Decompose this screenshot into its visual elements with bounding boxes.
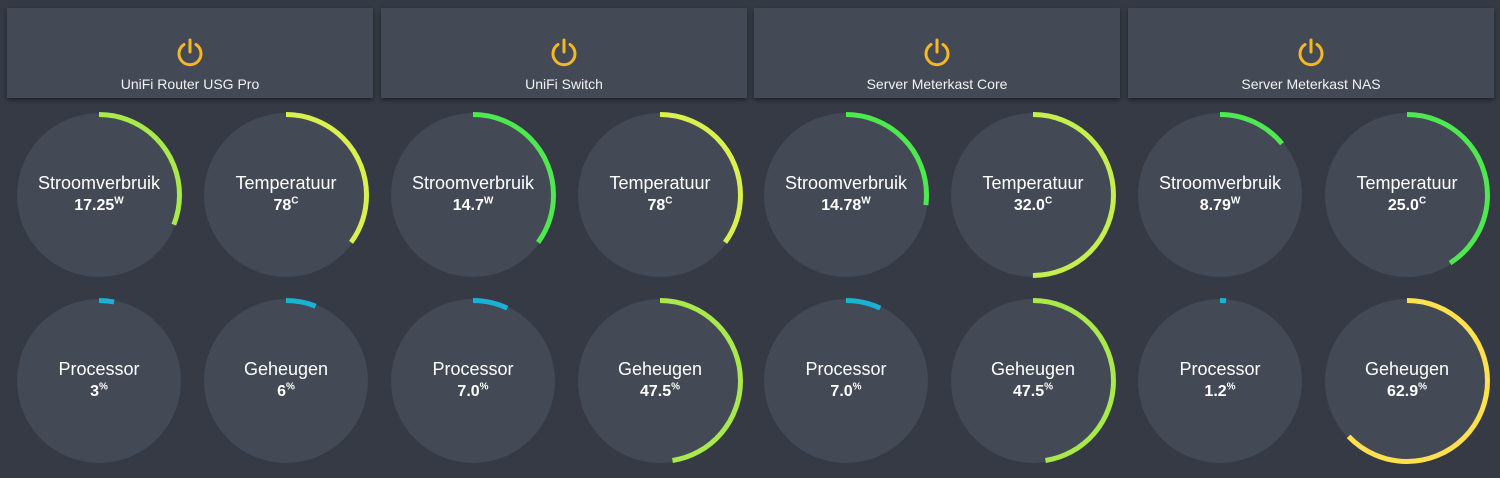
device-name: UniFi Switch xyxy=(525,76,603,92)
gauge-graphic xyxy=(390,112,556,278)
gauge-value: 47.5% xyxy=(639,381,681,400)
gauge-value: 14.78W xyxy=(821,195,871,214)
gauge-memory[interactable]: Geheugen 47.5% xyxy=(948,296,1118,466)
gauge-value: 3% xyxy=(90,381,108,400)
gauge-graphic xyxy=(1137,298,1303,464)
gauge-unit: % xyxy=(1418,381,1428,393)
gauge-temperature[interactable]: Temperatuur 78C xyxy=(201,110,371,280)
gauge-unit: % xyxy=(1226,381,1236,393)
gauge-disc xyxy=(764,299,928,463)
gauge-label: Geheugen xyxy=(1364,359,1450,379)
gauge-memory[interactable]: Geheugen 47.5% xyxy=(575,296,745,466)
device-card-usg-pro[interactable]: UniFi Router USG Pro xyxy=(7,8,373,98)
gauge-label: Temperatuur xyxy=(1356,173,1458,193)
gauge-value: 25.0C xyxy=(1387,195,1427,214)
gauge-temperature[interactable]: Temperatuur 25.0C xyxy=(1322,110,1492,280)
device-name: Server Meterkast Core xyxy=(866,76,1008,92)
gauge-unit: % xyxy=(479,381,489,393)
power-icon xyxy=(177,38,203,67)
gauge-disc xyxy=(391,299,555,463)
gauge-label: Geheugen xyxy=(990,359,1076,379)
gauge-label: Stroomverbruik xyxy=(1158,173,1282,193)
gauge-value: 7.0% xyxy=(830,381,862,400)
device-card-unifi-switch[interactable]: UniFi Switch xyxy=(381,8,747,98)
gauge-label: Processor xyxy=(432,359,514,379)
gauge-processor[interactable]: Processor 3% xyxy=(14,296,184,466)
gauge-value: 6% xyxy=(277,381,295,400)
gauge-unit: C xyxy=(665,195,673,207)
gauge-memory[interactable]: Geheugen 6% xyxy=(201,296,371,466)
device-card-server-core[interactable]: Server Meterkast Core xyxy=(754,8,1120,98)
device-card-server-nas[interactable]: Server Meterkast NAS xyxy=(1128,8,1494,98)
device-name: UniFi Router USG Pro xyxy=(120,76,260,92)
gauge-value: 1.2% xyxy=(1204,381,1236,400)
gauge-processor[interactable]: Processor 7.0% xyxy=(761,296,931,466)
gauge-unit: C xyxy=(1418,195,1427,207)
gauge-label: Geheugen xyxy=(243,359,329,379)
gauge-power[interactable]: Stroomverbruik 14.78W xyxy=(761,110,931,280)
power-icon xyxy=(1298,38,1324,67)
gauge-graphic xyxy=(1324,112,1490,278)
gauge-label: Stroomverbruik xyxy=(411,173,535,193)
gauge-label: Geheugen xyxy=(617,359,703,379)
gauge-temperature[interactable]: Temperatuur 32.0C xyxy=(948,110,1118,280)
gauge-unit: W xyxy=(483,195,494,207)
gauge-label: Processor xyxy=(1179,359,1261,379)
power-icon xyxy=(924,38,950,67)
gauge-graphic xyxy=(763,112,929,278)
gauge-unit: % xyxy=(671,381,681,393)
gauge-graphic xyxy=(390,298,556,464)
gauge-unit: C xyxy=(1044,195,1053,207)
device-name: Server Meterkast NAS xyxy=(1241,76,1381,92)
gauge-label: Processor xyxy=(805,359,887,379)
gauge-processor[interactable]: Processor 1.2% xyxy=(1135,296,1305,466)
gauge-value: 78C xyxy=(647,195,673,214)
gauge-label: Temperatuur xyxy=(235,173,337,193)
gauge-graphic xyxy=(577,298,743,464)
gauge-value: 17.25W xyxy=(74,195,124,214)
gauge-value: 7.0% xyxy=(457,381,489,400)
gauge-graphic xyxy=(1137,112,1303,278)
gauge-unit: C xyxy=(291,195,299,207)
power-icon xyxy=(551,38,577,67)
gauge-graphic xyxy=(1324,298,1490,464)
gauge-graphic xyxy=(950,112,1116,278)
gauge-unit: % xyxy=(99,381,108,393)
gauge-temperature[interactable]: Temperatuur 78C xyxy=(575,110,745,280)
gauge-graphic xyxy=(950,298,1116,464)
gauge-unit: W xyxy=(861,195,871,207)
gauge-value: 8.79W xyxy=(1199,195,1241,214)
gauge-power[interactable]: Stroomverbruik 8.79W xyxy=(1135,110,1305,280)
gauge-label: Stroomverbruik xyxy=(784,173,908,193)
gauge-value: 78C xyxy=(273,195,299,214)
gauge-power[interactable]: Stroomverbruik 14.7W xyxy=(388,110,558,280)
gauge-value: 14.7W xyxy=(452,195,494,214)
gauge-processor[interactable]: Processor 7.0% xyxy=(388,296,558,466)
gauge-power[interactable]: Stroomverbruik 17.25W xyxy=(14,110,184,280)
gauge-unit: % xyxy=(852,381,862,393)
gauge-graphic xyxy=(16,112,182,278)
gauge-graphic xyxy=(763,298,929,464)
gauge-label: Temperatuur xyxy=(982,173,1084,193)
gauge-unit: % xyxy=(1044,381,1054,393)
gauge-label: Stroomverbruik xyxy=(37,173,161,193)
gauge-graphic xyxy=(577,112,743,278)
gauge-value: 32.0C xyxy=(1013,195,1053,214)
gauge-graphic xyxy=(203,112,369,278)
gauge-unit: W xyxy=(1230,195,1241,207)
gauge-disc xyxy=(1138,299,1302,463)
gauge-unit: W xyxy=(114,195,124,207)
gauge-label: Temperatuur xyxy=(609,173,711,193)
gauge-value: 47.5% xyxy=(1012,381,1054,400)
gauge-unit: % xyxy=(286,381,295,393)
gauge-memory[interactable]: Geheugen 62.9% xyxy=(1322,296,1492,466)
gauge-label: Processor xyxy=(58,359,140,379)
gauge-value: 62.9% xyxy=(1386,381,1428,400)
